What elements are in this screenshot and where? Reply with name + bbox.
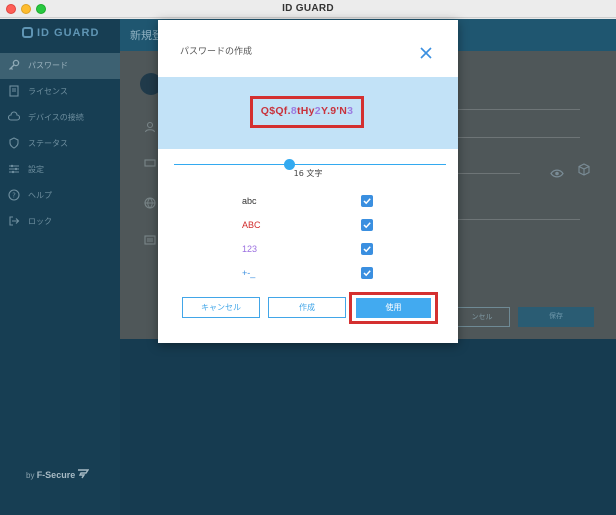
window-title: ID GUARD [282,3,334,14]
license-icon [8,85,20,97]
uppercase-checkbox[interactable] [361,219,373,231]
notes-icon [144,235,156,248]
option-uppercase-row: ABC [158,218,458,234]
id-guard-logo-icon [22,27,33,38]
create-button[interactable]: 作成 [268,297,346,318]
sliders-icon [8,163,20,175]
sidebar-item-label: パスワード [28,61,68,70]
shield-icon [8,137,20,149]
checkmark-icon [363,270,371,277]
option-label: ABC [242,220,261,230]
password-segment: Q$Qf [260,105,288,117]
form-save-button[interactable]: 保存 [518,307,594,327]
password-field-icon [144,158,156,171]
cloud-sync-icon [7,111,21,123]
option-label: 123 [242,244,258,254]
close-icon [420,47,432,59]
generate-password-icon[interactable] [578,161,590,176]
close-dialog-button[interactable] [420,44,432,59]
globe-icon [144,197,156,212]
generated-password-highlight: Q$Qf.8tHy2Y.9'N3 [250,96,364,128]
sidebar-nav: パスワード ライセンス デバイスの接続 ステータス 設定 ? ヘルプ ロック [0,53,120,235]
password-segment: 3 [347,105,354,117]
dialog-title: パスワードの作成 [180,47,253,57]
sidebar-item-label: デバイスの接続 [28,113,84,122]
sidebar-item-label: ライセンス [28,87,68,96]
generated-password: Q$Qf.8tHy2Y.9'N3 [253,105,361,117]
length-slider-track[interactable] [174,164,446,165]
option-label: +-_ [242,268,256,278]
sidebar-item-license[interactable]: ライセンス [0,79,120,105]
checkmark-icon [363,198,371,205]
generated-password-panel: Q$Qf.8tHy2Y.9'N3 [158,77,458,149]
checkmark-icon [363,246,371,253]
sidebar: ID GUARD パスワード ライセンス デバイスの接続 ステータス 設定 ? … [0,19,120,515]
symbols-checkbox[interactable] [361,267,373,279]
option-numbers-row: 123 [158,242,458,258]
sidebar-item-help[interactable]: ? ヘルプ [0,183,120,209]
length-label: 16 文字 [293,169,323,178]
create-password-dialog: パスワードの作成 Q$Qf.8tHy2Y.9'N3 16 文字 abc ABC … [158,20,458,343]
sidebar-item-settings[interactable]: 設定 [0,157,120,183]
show-password-icon[interactable] [550,163,564,178]
svg-text:?: ? [12,192,16,200]
sidebar-item-label: ステータス [28,139,68,148]
help-icon: ? [8,189,20,201]
app-logo: ID GUARD [22,27,99,43]
user-icon [144,121,156,136]
key-icon [8,59,20,71]
password-segment: tHy [296,105,315,117]
use-button-highlight: 使用 [349,292,438,324]
f-secure-logo-icon [77,469,90,480]
title-bar: ID GUARD [0,0,616,18]
cancel-button[interactable]: キャンセル [182,297,260,318]
option-lowercase-row: abc [158,194,458,210]
use-button[interactable]: 使用 [356,298,431,318]
sidebar-item-label: 設定 [28,165,44,174]
lock-exit-icon [8,215,20,227]
sidebar-item-device-connect[interactable]: デバイスの接続 [0,105,120,131]
sidebar-item-password[interactable]: パスワード [0,53,120,79]
f-secure-credit: by F-Secure [26,469,90,480]
numbers-checkbox[interactable] [361,243,373,255]
sidebar-item-label: ヘルプ [28,191,52,200]
sidebar-item-status[interactable]: ステータス [0,131,120,157]
sidebar-item-label: ロック [28,217,52,226]
option-symbols-row: +-_ [158,266,458,282]
sidebar-item-lock[interactable]: ロック [0,209,120,235]
password-segment: Y.9'N [320,105,348,117]
lowercase-checkbox[interactable] [361,195,373,207]
option-label: abc [242,196,257,206]
form-cancel-button[interactable]: ンセル [454,307,510,327]
checkmark-icon [363,222,371,229]
